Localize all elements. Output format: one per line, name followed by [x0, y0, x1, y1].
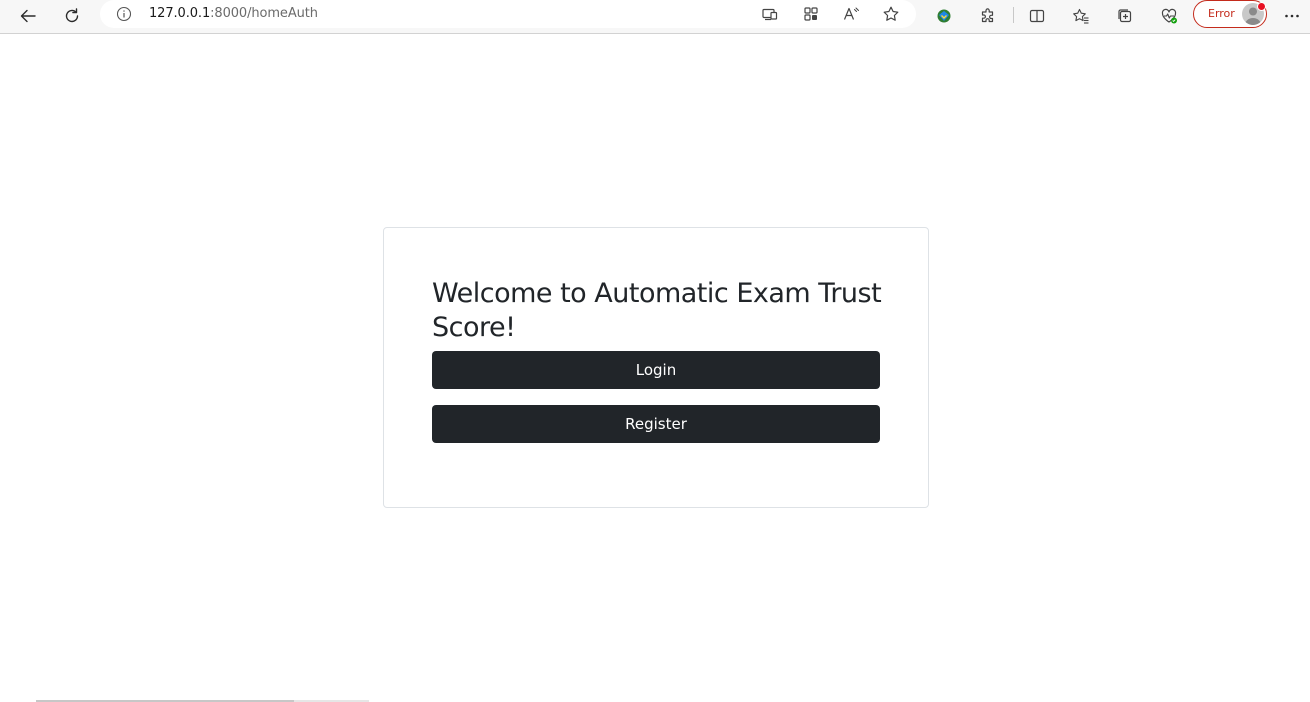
page-content: Welcome to Automatic Exam Trust Score! L… [0, 34, 1310, 702]
auth-card: Welcome to Automatic Exam Trust Score! L… [383, 227, 929, 508]
extensions-button[interactable] [974, 2, 1002, 30]
address-bar[interactable]: 127.0.0.1:8000/homeAuth [100, 0, 916, 28]
url-text[interactable]: 127.0.0.1:8000/homeAuth [149, 6, 318, 21]
browser-essentials-button[interactable] [1155, 2, 1183, 30]
idm-extension-button[interactable] [930, 2, 958, 30]
profile-error-button[interactable]: Error [1193, 0, 1267, 28]
heart-pulse-icon [1160, 7, 1178, 25]
info-icon[interactable] [116, 6, 132, 26]
favorites-icon [1072, 7, 1090, 25]
collections-button[interactable] [1111, 2, 1139, 30]
page-title: Welcome to Automatic Exam Trust Score! [432, 278, 882, 343]
idm-extension-icon [935, 7, 953, 25]
puzzle-piece-icon [979, 7, 997, 25]
browser-toolbar: 127.0.0.1:8000/homeAuth Error [0, 0, 1310, 34]
login-button[interactable]: Login [432, 351, 880, 389]
star-icon[interactable] [881, 4, 901, 24]
favorites-button[interactable] [1067, 2, 1095, 30]
app-available-icon[interactable] [760, 4, 780, 24]
collections-icon [1116, 7, 1134, 25]
split-screen-icon [1028, 7, 1046, 25]
reload-icon [63, 7, 81, 25]
error-status-dot [1257, 2, 1266, 11]
profile-error-text: Error [1208, 7, 1235, 20]
register-button[interactable]: Register [432, 405, 880, 443]
toolbar-separator [1013, 7, 1014, 23]
read-aloud-icon[interactable] [841, 4, 861, 24]
url-host: 127.0.0.1 [149, 6, 211, 21]
reload-button[interactable] [58, 2, 86, 30]
back-arrow-icon [19, 7, 37, 25]
more-dots-icon [1283, 7, 1301, 25]
apps-grid-icon[interactable] [801, 4, 821, 24]
more-options-button[interactable] [1278, 2, 1306, 30]
url-path: :8000/homeAuth [210, 6, 318, 21]
split-screen-button[interactable] [1023, 2, 1051, 30]
back-button[interactable] [14, 2, 42, 30]
